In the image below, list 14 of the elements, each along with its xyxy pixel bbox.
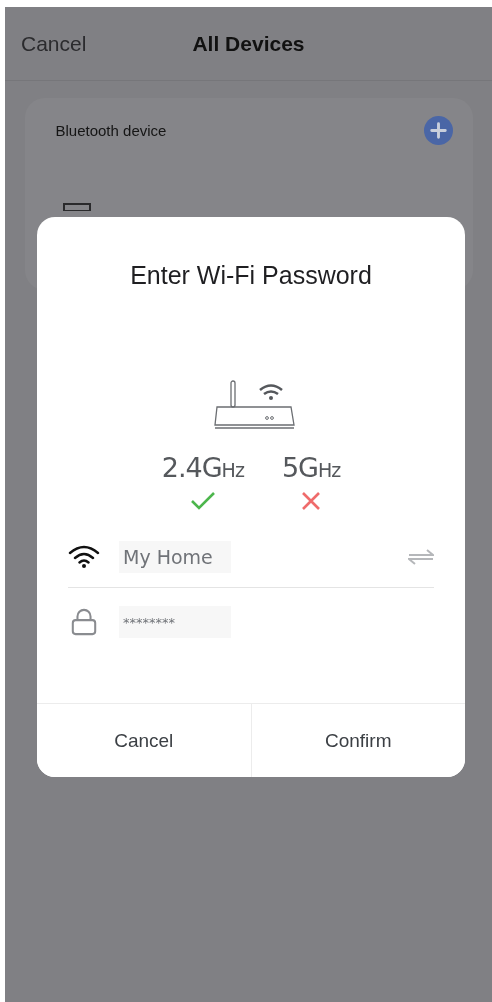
device-icon xyxy=(62,203,91,211)
cancel-link[interactable]: Cancel xyxy=(21,31,87,56)
wifi-icon xyxy=(68,543,100,571)
band-label: 2.4GHz xyxy=(161,452,244,483)
screen-title: All Devices xyxy=(192,31,305,56)
section-label: Bluetooth device xyxy=(55,122,167,139)
swap-icon[interactable] xyxy=(408,549,434,565)
router-icon xyxy=(214,380,296,432)
network-field[interactable]: My Home xyxy=(119,541,231,573)
dialog-title: Enter Wi-Fi Password xyxy=(130,261,372,290)
band-label: 5GHz xyxy=(281,452,341,483)
add-button[interactable] xyxy=(423,116,453,145)
password-field[interactable]: ******** xyxy=(119,606,231,638)
confirm-button[interactable]: Confirm xyxy=(250,704,465,777)
